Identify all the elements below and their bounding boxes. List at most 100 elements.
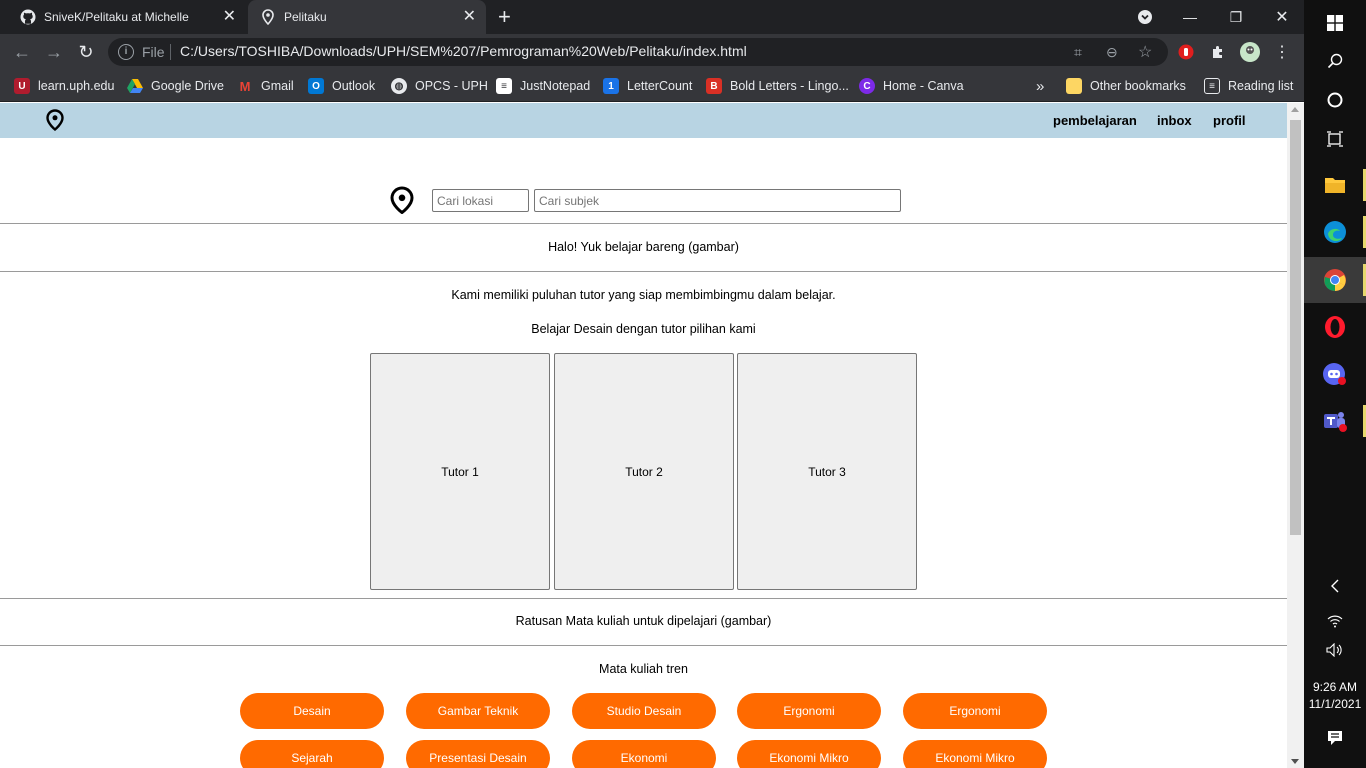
tab-title: Pelitaku [284,10,327,24]
folder-icon [1066,78,1082,94]
divider [0,598,1287,599]
bookmark-label: Outlook [332,79,376,93]
site-navbar: pembelajaran inbox profil [0,103,1287,138]
teams-icon[interactable] [1304,398,1366,444]
course-pill[interactable]: Presentasi Desain [406,740,550,768]
google-drive-icon [127,78,143,94]
bookmark-learn-uph[interactable]: Ulearn.uph.edu [14,76,114,96]
translate-icon[interactable]: ⌗ [1074,44,1082,61]
extensions-puzzle-icon[interactable] [1208,42,1228,62]
clock-date: 11/1/2021 [1308,697,1362,711]
bookmark-justnotepad[interactable]: ≡ JustNotepad [496,76,590,96]
course-pill[interactable]: Desain [240,693,384,729]
clock-time: 9:26 AM [1312,680,1358,694]
bookmark-google-drive[interactable]: Google Drive [127,76,224,96]
course-pill[interactable]: Sejarah [240,740,384,768]
lettercount-icon: 1 [603,78,619,94]
web-page: pembelajaran inbox profil Halo! Yuk bela… [0,103,1287,768]
minimize-icon[interactable]: — [1176,0,1204,34]
more-menu-icon[interactable]: ⋮ [1272,42,1292,62]
opera-icon[interactable] [1304,304,1366,350]
tutor-card[interactable]: Tutor 1 [370,353,550,590]
file-explorer-icon[interactable] [1304,162,1366,208]
chrome-icon[interactable] [1304,257,1366,303]
course-pill[interactable]: Ekonomi Mikro [903,740,1047,768]
bookmark-label: Home - Canva [883,79,964,93]
close-tab-icon[interactable]: ✕ [463,9,476,25]
tutor-card[interactable]: Tutor 3 [737,353,917,590]
url-text[interactable]: C:/Users/TOSHIBA/Downloads/UPH/SEM%207/P… [180,43,747,59]
edge-icon[interactable] [1304,209,1366,255]
location-pin-icon [390,186,414,219]
globe-icon: ◍ [391,78,407,94]
volume-icon[interactable] [1304,627,1366,673]
scroll-thumb[interactable] [1290,120,1301,535]
course-pill[interactable]: Gambar Teknik [406,693,550,729]
bookmark-label: LetterCount [627,79,693,93]
bookmark-label: Google Drive [151,79,224,93]
screen: SniveK/Pelitaku at Michelle ✕ Pelitaku ✕… [0,0,1366,768]
bookmark-label: OPCS - UPH [415,79,488,93]
bookmark-canva[interactable]: C Home - Canva [859,76,964,96]
bookmark-label: learn.uph.edu [38,79,115,93]
location-pin-icon[interactable] [46,109,64,136]
courses-banner-text: Ratusan Mata kuliah untuk dipelajari (ga… [515,614,772,628]
uph-logo-icon: U [14,78,30,94]
course-pill[interactable]: Ergonomi [903,693,1047,729]
course-pill[interactable]: Ergonomi [737,693,881,729]
extension-adblock-icon[interactable] [1176,42,1196,62]
notepad-icon: ≡ [496,78,512,94]
restore-icon[interactable]: ❐ [1222,0,1250,34]
scroll-up-arrow-icon[interactable] [1291,107,1299,112]
zoom-icon[interactable]: ⊖ [1106,44,1118,61]
profile-avatar[interactable] [1240,42,1260,62]
system-clock[interactable]: 9:26 AM 11/1/2021 [1304,679,1366,713]
reading-list-icon: ≡ [1204,78,1220,94]
address-bar[interactable]: i File C:/Users/TOSHIBA/Downloads/UPH/SE… [108,38,1168,66]
new-tab-icon[interactable]: + [498,6,511,28]
other-bookmarks[interactable]: Other bookmarks [1066,76,1186,96]
bookmark-star-icon[interactable]: ☆ [1138,42,1152,62]
forward-icon[interactable]: → [44,42,64,62]
divider [0,271,1287,272]
course-pill[interactable]: Ekonomi Mikro [737,740,881,768]
reading-list[interactable]: ≡ Reading list [1204,76,1293,96]
bookmark-gmail[interactable]: M Gmail [237,76,294,96]
close-tab-icon[interactable]: ✕ [223,9,236,25]
nav-link-profil[interactable]: profil [1213,113,1246,128]
divider [0,645,1287,646]
tab-pelitaku[interactable]: Pelitaku ✕ [248,0,486,34]
course-pill[interactable]: Studio Desain [572,693,716,729]
info-icon[interactable]: i [118,44,134,60]
back-icon[interactable]: ← [12,42,32,62]
tutor-card[interactable]: Tutor 2 [554,353,734,590]
close-window-icon[interactable]: ✕ [1268,0,1296,34]
nav-link-pembelajaran[interactable]: pembelajaran [1053,113,1137,128]
windows-taskbar: 9:26 AM 11/1/2021 [1304,0,1366,768]
task-view-icon[interactable] [1304,116,1366,162]
subject-search-input[interactable] [534,189,901,212]
search-bar [0,186,1287,216]
course-pill[interactable]: Ekonomi [572,740,716,768]
divider [0,223,1287,224]
scroll-down-arrow-icon[interactable] [1291,759,1299,764]
nav-link-inbox[interactable]: inbox [1157,113,1192,128]
page-scrollbar[interactable] [1287,103,1304,768]
bookmark-bold-letters[interactable]: B Bold Letters - Lingo... [706,76,849,96]
discord-icon[interactable] [1304,351,1366,397]
gmail-icon: M [239,78,251,94]
location-search-input[interactable] [432,189,529,212]
notification-center-icon[interactable] [1304,715,1366,761]
bookmark-label: JustNotepad [520,79,591,93]
bookmark-label: Reading list [1228,79,1294,93]
bookmark-lettercount[interactable]: 1 LetterCount [603,76,692,96]
tab-search-icon[interactable] [1134,0,1156,34]
tab-github[interactable]: SniveK/Pelitaku at Michelle ✕ [8,0,246,34]
canva-icon: C [859,78,875,94]
bookmarks-overflow-icon[interactable]: » [1036,76,1044,96]
bookmark-outlook[interactable]: O Outlook [308,76,375,96]
reload-icon[interactable]: ↻ [76,42,96,62]
hero-banner-text: Halo! Yuk belajar bareng (gambar) [548,240,739,254]
lingo-icon: B [706,78,722,94]
bookmark-opcs[interactable]: ◍ OPCS - UPH [391,76,488,96]
